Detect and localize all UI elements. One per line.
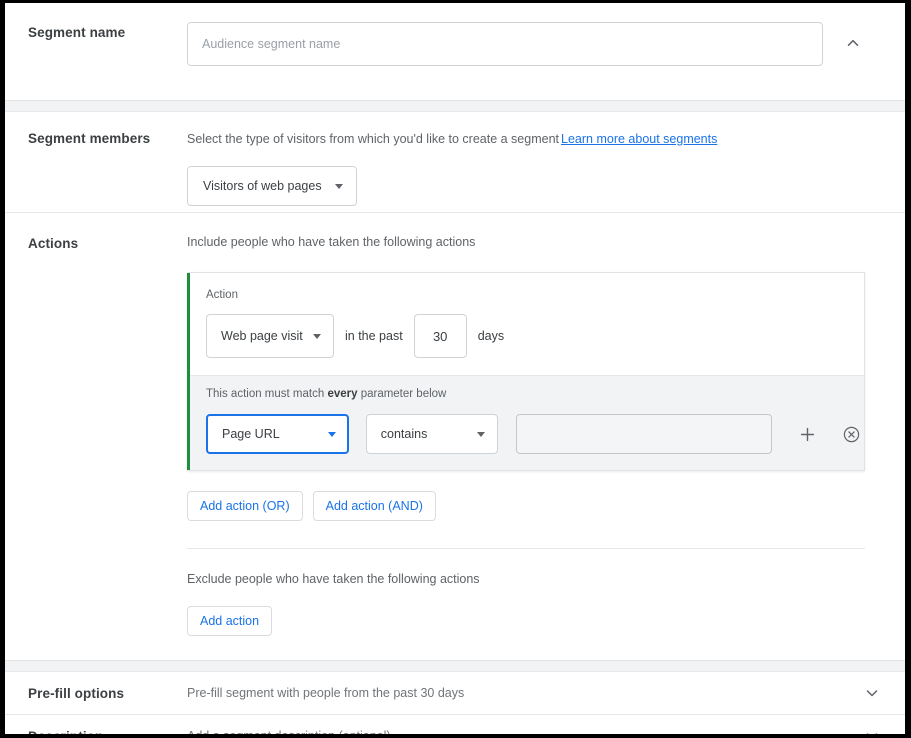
parameter-row: Page URL contains xyxy=(206,414,864,454)
description-summary: Add a segment description (optional) xyxy=(187,729,391,734)
prefill-options-expand-button[interactable] xyxy=(859,680,885,706)
section-segment-members: Segment members Select the type of visit… xyxy=(5,112,905,212)
parameter-operator-select[interactable]: contains xyxy=(365,414,498,454)
description-expand-button[interactable] xyxy=(859,723,885,734)
add-action-or-button[interactable]: Add action (OR) xyxy=(187,491,303,521)
segment-name-label: Segment name xyxy=(28,25,126,40)
actions-divider xyxy=(187,548,865,549)
parameter-note-suffix: parameter below xyxy=(357,388,447,400)
visitor-type-select-value: Visitors of web pages xyxy=(203,179,322,193)
prefill-options-body: Pre-fill segment with people from the pa… xyxy=(187,680,905,706)
actions-include-text: Include people who have taken the follow… xyxy=(187,235,476,249)
add-exclude-action-button[interactable]: Add action xyxy=(187,606,273,636)
segment-name-body xyxy=(187,22,905,100)
remove-parameter-button[interactable] xyxy=(839,421,864,447)
parameter-value-input[interactable] xyxy=(515,414,773,454)
action-card-top: Action Web page visit in the past days xyxy=(187,273,864,375)
chevron-down-icon xyxy=(313,333,321,339)
chevron-down-icon xyxy=(476,431,485,437)
prefill-options-label: Pre-fill options xyxy=(28,685,125,701)
section-segment-name: Segment name xyxy=(5,3,905,100)
section-gap-1 xyxy=(5,100,905,112)
description-body: Add a segment description (optional) xyxy=(187,723,905,734)
parameter-operator-select-value: contains xyxy=(380,427,428,441)
parameter-note-emphasis: every xyxy=(327,388,358,400)
section-gap-2 xyxy=(5,660,905,672)
section-prefill-options[interactable]: Pre-fill options Pre-fill segment with p… xyxy=(5,672,905,714)
parameter-note-prefix: This action must match xyxy=(206,388,328,400)
circle-x-icon xyxy=(843,426,860,442)
segment-name-collapse-button[interactable] xyxy=(840,30,866,56)
exclude-button-row: Add action xyxy=(187,606,887,636)
segment-name-row xyxy=(187,22,887,66)
segment-members-help: Select the type of visitors from which y… xyxy=(187,131,887,147)
chevron-down-icon xyxy=(866,733,878,734)
chevron-up-icon xyxy=(847,39,859,46)
actions-label: Actions xyxy=(28,236,79,251)
segment-builder-form: Segment name Segment members Select the xyxy=(5,3,905,734)
parameter-field-select-value: Page URL xyxy=(222,427,280,441)
section-description[interactable]: Description Add a segment description (o… xyxy=(5,715,905,734)
parameter-band: This action must match every parameter b… xyxy=(187,375,864,470)
description-label: Description xyxy=(5,729,187,735)
add-parameter-button[interactable] xyxy=(795,421,820,447)
action-card-sublabel: Action xyxy=(206,289,238,301)
visitor-type-select[interactable]: Visitors of web pages xyxy=(187,166,357,206)
actions-body: Include people who have taken the follow… xyxy=(187,234,905,636)
chevron-down-icon xyxy=(866,690,878,697)
section-actions: Actions Include people who have taken th… xyxy=(5,213,905,660)
action-type-select-value: Web page visit xyxy=(221,329,303,343)
segment-builder-screen: Segment name Segment members Select the xyxy=(0,0,911,738)
actions-exclude-text: Exclude people who have taken the follow… xyxy=(187,572,480,586)
days-unit-label: days xyxy=(477,329,505,343)
chevron-down-icon xyxy=(327,431,336,437)
action-card: Action Web page visit in the past days xyxy=(187,272,865,471)
lookback-days-input[interactable] xyxy=(413,314,467,358)
segment-members-help-text: Select the type of visitors from which y… xyxy=(187,132,560,146)
action-type-select[interactable]: Web page visit xyxy=(206,314,334,358)
segment-name-input[interactable] xyxy=(187,22,823,66)
plus-icon xyxy=(801,427,815,441)
chevron-down-icon xyxy=(334,183,343,189)
parameter-field-select[interactable]: Page URL xyxy=(206,414,349,454)
action-card-row: Web page visit in the past days xyxy=(206,314,864,375)
prefill-options-summary: Pre-fill segment with people from the pa… xyxy=(187,686,465,700)
segment-members-body: Select the type of visitors from which y… xyxy=(187,131,905,212)
segment-members-label: Segment members xyxy=(28,131,151,146)
parameter-match-note: This action must match every parameter b… xyxy=(206,388,864,400)
add-action-and-button[interactable]: Add action (AND) xyxy=(312,491,436,521)
learn-more-link[interactable]: Learn more about segments xyxy=(561,132,717,146)
in-the-past-label: in the past xyxy=(345,329,403,343)
add-action-button-row: Add action (OR) Add action (AND) xyxy=(187,491,887,521)
